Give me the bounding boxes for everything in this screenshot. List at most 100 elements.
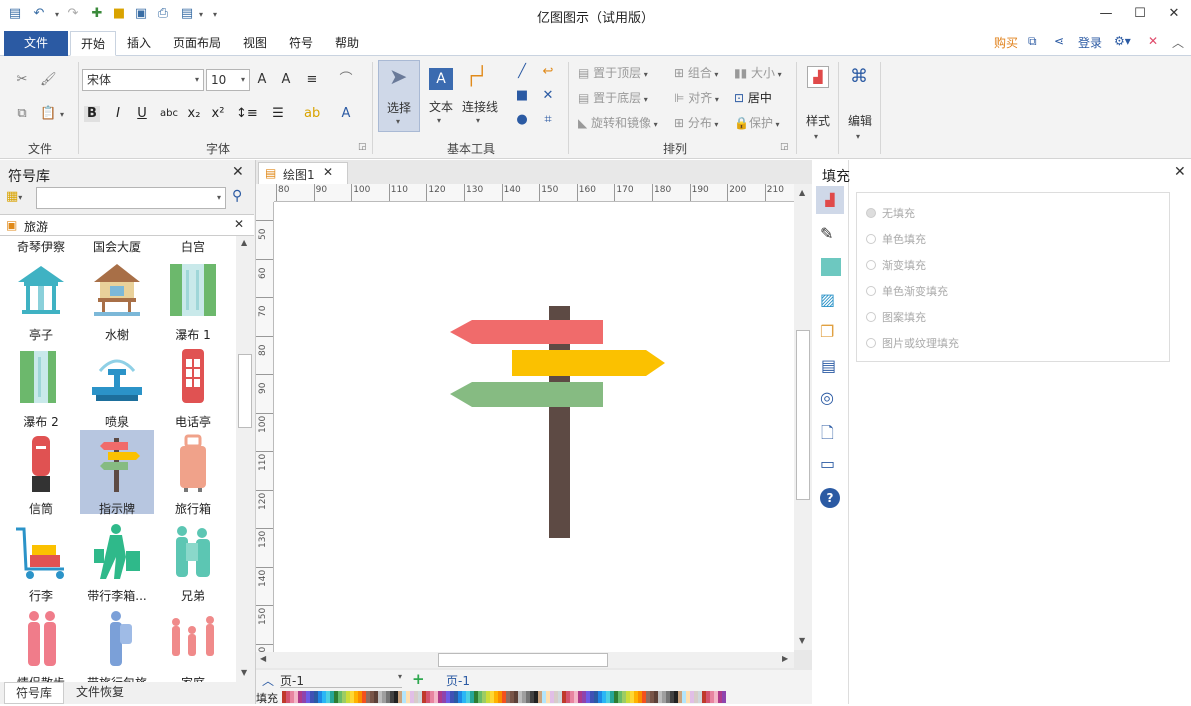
canvas-horizontal-scrollbar[interactable]: ◀ ▶ (256, 652, 794, 668)
fill-option-pattern[interactable]: 图案填充 (866, 309, 926, 325)
color-palette[interactable] (282, 691, 728, 703)
scroll-down-icon[interactable]: ▼ (241, 668, 247, 677)
close-window-button[interactable]: ✕ (1162, 4, 1186, 24)
text-align-icon[interactable]: ≡ (304, 72, 320, 88)
scrollbar-thumb[interactable] (238, 354, 252, 428)
add-page-icon[interactable]: + (412, 670, 425, 688)
canvas-vertical-scrollbar[interactable]: ▲ ▼ (794, 184, 812, 650)
settings-gear-icon[interactable]: ⚙▾ (1114, 34, 1131, 48)
size-button[interactable]: ▮▮ 大小 ▾ (734, 64, 782, 81)
scroll-left-icon[interactable]: ◀ (260, 654, 266, 663)
bullet-list-icon[interactable]: ☰ (270, 106, 286, 122)
page-properties-icon[interactable]: ▤ (821, 356, 836, 375)
scroll-down-icon[interactable]: ▼ (799, 636, 805, 645)
line-spacing-icon[interactable]: ↕≡ (236, 106, 258, 122)
signpost-arrow-right[interactable] (512, 350, 665, 376)
tab-view[interactable]: 视图 (236, 31, 274, 56)
text-direction-icon[interactable]: ⌒ (338, 72, 354, 88)
color-swatch[interactable] (722, 691, 726, 703)
comment-icon[interactable]: ▭ (820, 454, 835, 473)
buy-link[interactable]: 购买 (994, 34, 1018, 51)
bold-button[interactable]: B (84, 106, 100, 122)
font-color-icon[interactable]: A (338, 106, 354, 122)
library-menu-icon[interactable]: ▦▾ (6, 189, 22, 204)
copy-icon[interactable]: ⧉ (14, 106, 30, 122)
grow-font-icon[interactable]: A (254, 72, 270, 88)
image-tool-icon[interactable]: ▨ (820, 290, 835, 309)
signpost-shape[interactable] (274, 202, 794, 652)
tab-help[interactable]: 帮助 (328, 31, 366, 56)
line-tool-icon[interactable]: ╱ (514, 64, 530, 80)
fill-tool-icon[interactable]: ▟ (816, 186, 844, 214)
page-tab[interactable]: 页-1 (436, 672, 480, 688)
symbol-item[interactable]: 国会大厦 (86, 236, 148, 255)
symbol-waterfall-1[interactable]: 瀑布 1 (162, 260, 224, 343)
library-scrollbar[interactable]: ▲ ▼ (236, 236, 254, 682)
symbol-family[interactable]: 家庭 (162, 608, 224, 682)
text-tool-button[interactable]: A 文本 ▾ (424, 60, 458, 132)
symbol-fountain[interactable]: 喷泉 (86, 347, 148, 430)
symbol-phone-booth[interactable]: 电话亭 (162, 347, 224, 430)
rotate-mirror-button[interactable]: ◣ 旋转和镜像 ▾ (578, 114, 658, 131)
signpost-arrow-left-bottom[interactable] (450, 382, 603, 407)
connector-tool-button[interactable]: ┌┘ 连接线 ▾ (460, 60, 500, 132)
align-button[interactable]: ⊫ 对齐 ▾ (674, 89, 719, 106)
symbol-brothers[interactable]: 兄弟 (162, 521, 224, 604)
subscript-button[interactable]: x₂ (186, 106, 202, 122)
cross-tool-icon[interactable]: ✕ (540, 88, 556, 104)
symbol-traveler-with-suitcase[interactable]: 带行李箱... (86, 521, 148, 604)
library-search-input[interactable]: ▾ (36, 187, 226, 209)
layers-tool-icon[interactable]: ❐ (820, 322, 834, 341)
symbol-item[interactable]: 奇琴伊察 (10, 236, 72, 255)
close-document-icon[interactable]: ✕ (323, 165, 333, 179)
symbol-item[interactable]: 白宫 (162, 236, 224, 255)
scroll-up-icon[interactable]: ▲ (241, 238, 247, 247)
font-size-select[interactable]: 10 ▾ (206, 69, 250, 91)
group-button[interactable]: ⊞ 组合 ▾ (674, 64, 718, 81)
scrollbar-thumb[interactable] (438, 653, 608, 667)
protect-button[interactable]: 🔒保护 ▾ (734, 114, 780, 131)
format-painter-icon[interactable]: 🖌 (40, 72, 57, 88)
tab-page-layout[interactable]: 页面布局 (164, 31, 230, 56)
close-panel-icon[interactable]: ✕ (232, 164, 244, 180)
center-button[interactable]: ⊡ 居中 (734, 89, 772, 106)
curve-tool-icon[interactable]: ↩ (540, 64, 556, 80)
underline-button[interactable]: U (134, 106, 150, 122)
symbol-waterside-pavilion[interactable]: 水榭 (86, 260, 148, 343)
symbol-waterfall-2[interactable]: 瀑布 2 (10, 347, 72, 430)
symbol-pavilion[interactable]: 亭子 (10, 260, 72, 343)
fill-option-picture[interactable]: 图片或纹理填充 (866, 335, 959, 351)
line-tool-icon[interactable]: ✎ (820, 224, 833, 243)
share-icon[interactable]: ⋖ (1054, 34, 1064, 48)
bring-to-front-button[interactable]: ▤ 置于顶层 ▾ (578, 64, 648, 81)
ellipse-tool-icon[interactable]: ● (514, 112, 530, 128)
font-dialog-launcher-icon[interactable]: ◲ (358, 142, 367, 152)
shrink-font-icon[interactable]: A (278, 72, 294, 88)
close-fill-panel-icon[interactable]: ✕ (1174, 164, 1186, 180)
document-tab[interactable]: ▤ 绘图1 ✕ (258, 162, 348, 184)
tab-home[interactable]: 开始 (70, 31, 116, 56)
paste-icon[interactable]: 📋 (40, 106, 56, 122)
attachment-icon[interactable]: 🗋 (821, 422, 834, 449)
scroll-up-icon[interactable]: ▲ (799, 188, 805, 197)
login-link[interactable]: 登录 (1078, 34, 1102, 51)
tab-symbol-library[interactable]: 符号库 (4, 682, 64, 704)
help-icon[interactable]: ? (820, 488, 840, 508)
fill-option-single-gradient[interactable]: 单色渐变填充 (866, 283, 948, 299)
minimize-button[interactable]: — (1094, 4, 1118, 24)
tab-insert[interactable]: 插入 (118, 31, 160, 56)
shadow-tool-icon[interactable] (821, 258, 841, 276)
distribute-button[interactable]: ⊞ 分布 ▾ (674, 114, 718, 131)
collapse-ribbon-icon[interactable]: ︿ (1172, 34, 1184, 51)
symbol-backpacker[interactable]: 带旅行包旅行 (86, 608, 148, 682)
edit-button[interactable]: ⌘ 编辑 ▾ (842, 60, 878, 148)
fill-option-none[interactable]: 无填充 (866, 205, 915, 221)
arrange-dialog-launcher-icon[interactable]: ◲ (780, 142, 789, 152)
cut-icon[interactable]: ✂ (14, 72, 30, 88)
scroll-right-icon[interactable]: ▶ (782, 654, 788, 663)
tab-symbol[interactable]: 符号 (282, 31, 320, 56)
fill-option-gradient[interactable]: 渐变填充 (866, 257, 926, 273)
maximize-button[interactable]: ☐ (1128, 4, 1152, 24)
style-button[interactable]: ▟ 样式 ▾ (800, 60, 836, 148)
signpost-arrow-left-top[interactable] (450, 320, 603, 344)
